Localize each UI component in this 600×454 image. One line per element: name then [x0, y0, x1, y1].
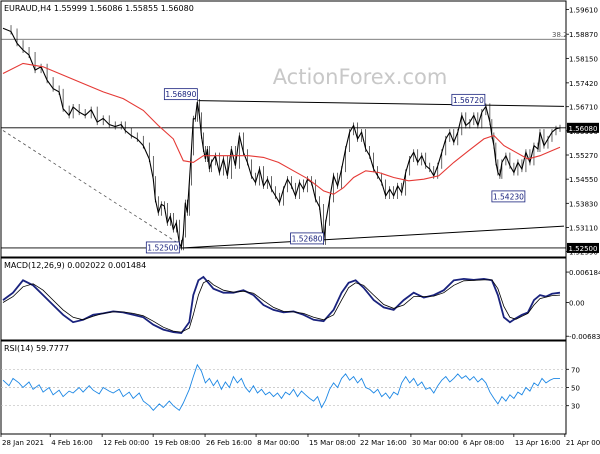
x-tick-label: 13 Apr 16:00 — [515, 439, 561, 447]
x-tick-label: 22 Mar 16:00 — [360, 439, 407, 447]
x-tick-label: 30 Mar 00:00 — [412, 439, 459, 447]
x-tick-label: 8 Mar 00:00 — [257, 439, 299, 447]
x-tick-label: 4 Feb 16:00 — [51, 439, 92, 447]
price-y-tick-label: 1.55270 — [569, 152, 598, 160]
price-y-tick-label: 1.53830 — [569, 200, 598, 208]
price-level-tag-label: 1.56080 — [569, 125, 598, 133]
x-tick-label: 21 Apr 00:00 — [566, 439, 600, 447]
rsi-y-tick-label: 70 — [571, 366, 580, 374]
x-tick-label: 12 Feb 00:00 — [103, 439, 149, 447]
x-tick-label: 15 Mar 08:00 — [309, 439, 356, 447]
chart-root: 1.56890 1.56720 1.54230 1.52680 1.52500 EURA… — [0, 0, 600, 450]
rsi-y-tick-label: 50 — [571, 385, 580, 393]
macd-title: MACD(12,26,9) 0.002022 0.001484 — [4, 261, 146, 270]
rsi-title: RSI(14) 59.7777 — [4, 344, 69, 353]
price-y-tick-label: 1.57420 — [569, 80, 598, 88]
x-tick-label: 26 Feb 16:00 — [206, 439, 252, 447]
price-y-tick-label: 1.54550 — [569, 176, 598, 184]
macd-y-tick-label: 0.006184 — [569, 269, 600, 277]
price-y-tick-label: 1.56710 — [569, 104, 598, 112]
price-title: EURAUD,H4 1.55999 1.56086 1.55855 1.5608… — [4, 4, 194, 13]
price-annotation-label: 1.52500 — [147, 243, 178, 252]
rsi-y-tick-label: 30 — [571, 403, 580, 411]
chart-canvas: 1.56890 1.56720 1.54230 1.52680 1.52500 EURA… — [0, 0, 600, 450]
price-level-tag-label: 1.52500 — [569, 245, 598, 253]
price-y-tick-label: 1.58870 — [569, 31, 598, 39]
price-y-tick-label: 1.53110 — [569, 224, 598, 232]
price-annotation-label: 1.56720 — [453, 96, 484, 105]
x-tick-label: 19 Feb 08:00 — [154, 439, 200, 447]
price-y-tick-label: 1.59610 — [569, 6, 598, 14]
fib-level-label: 38.2 — [552, 31, 568, 39]
macd-y-tick-label: 0.00 — [569, 300, 585, 308]
macd-y-tick-label: -0.006837 — [569, 333, 600, 341]
x-tick-label: 6 Apr 08:00 — [463, 439, 504, 447]
price-annotation-label: 1.56890 — [165, 90, 196, 99]
watermark: ActionForex.com — [273, 65, 448, 89]
price-y-tick-label: 1.58150 — [569, 55, 598, 63]
price-annotation-label: 1.54230 — [493, 192, 524, 201]
x-tick-label: 28 Jan 2021 — [2, 439, 44, 447]
price-annotation-label: 1.52680 — [292, 234, 323, 243]
